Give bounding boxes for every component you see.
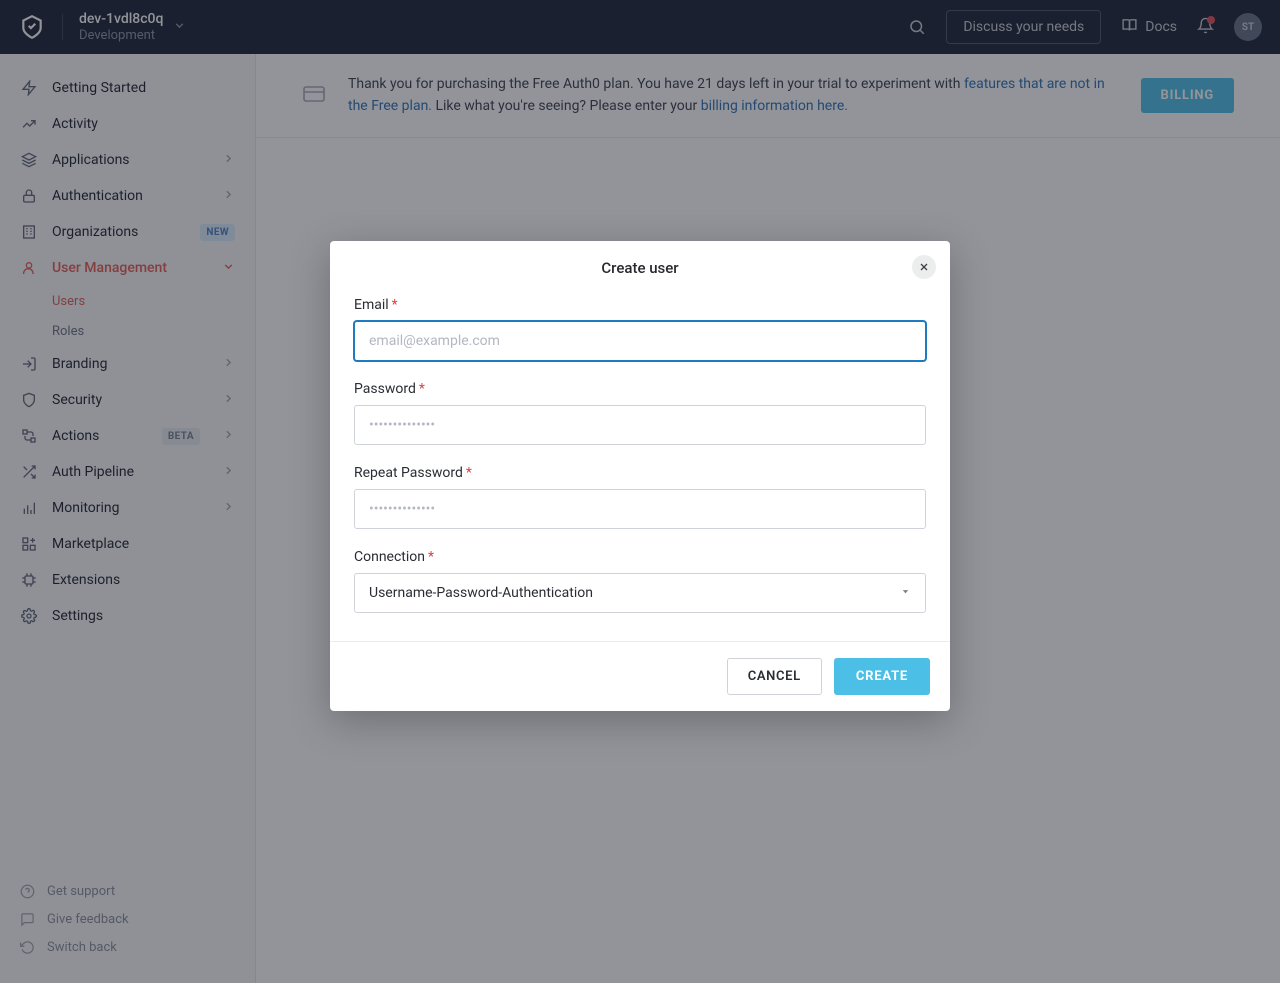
connection-label: Connection* (354, 549, 926, 565)
modal-title: Create user (350, 259, 930, 277)
caret-down-icon (900, 585, 911, 601)
create-user-modal: Create user Email* Password* Repeat Pass… (330, 241, 950, 711)
connection-value: Username-Password-Authentication (369, 585, 593, 601)
password-input[interactable] (354, 405, 926, 445)
close-button[interactable] (912, 255, 936, 279)
repeat-password-label: Repeat Password* (354, 465, 926, 481)
create-button[interactable]: CREATE (834, 658, 930, 695)
cancel-button[interactable]: CANCEL (727, 658, 822, 695)
email-label: Email* (354, 297, 926, 313)
password-label: Password* (354, 381, 926, 397)
repeat-password-input[interactable] (354, 489, 926, 529)
connection-select[interactable]: Username-Password-Authentication (354, 573, 926, 613)
modal-overlay[interactable]: Create user Email* Password* Repeat Pass… (0, 0, 1280, 983)
email-input[interactable] (354, 321, 926, 361)
